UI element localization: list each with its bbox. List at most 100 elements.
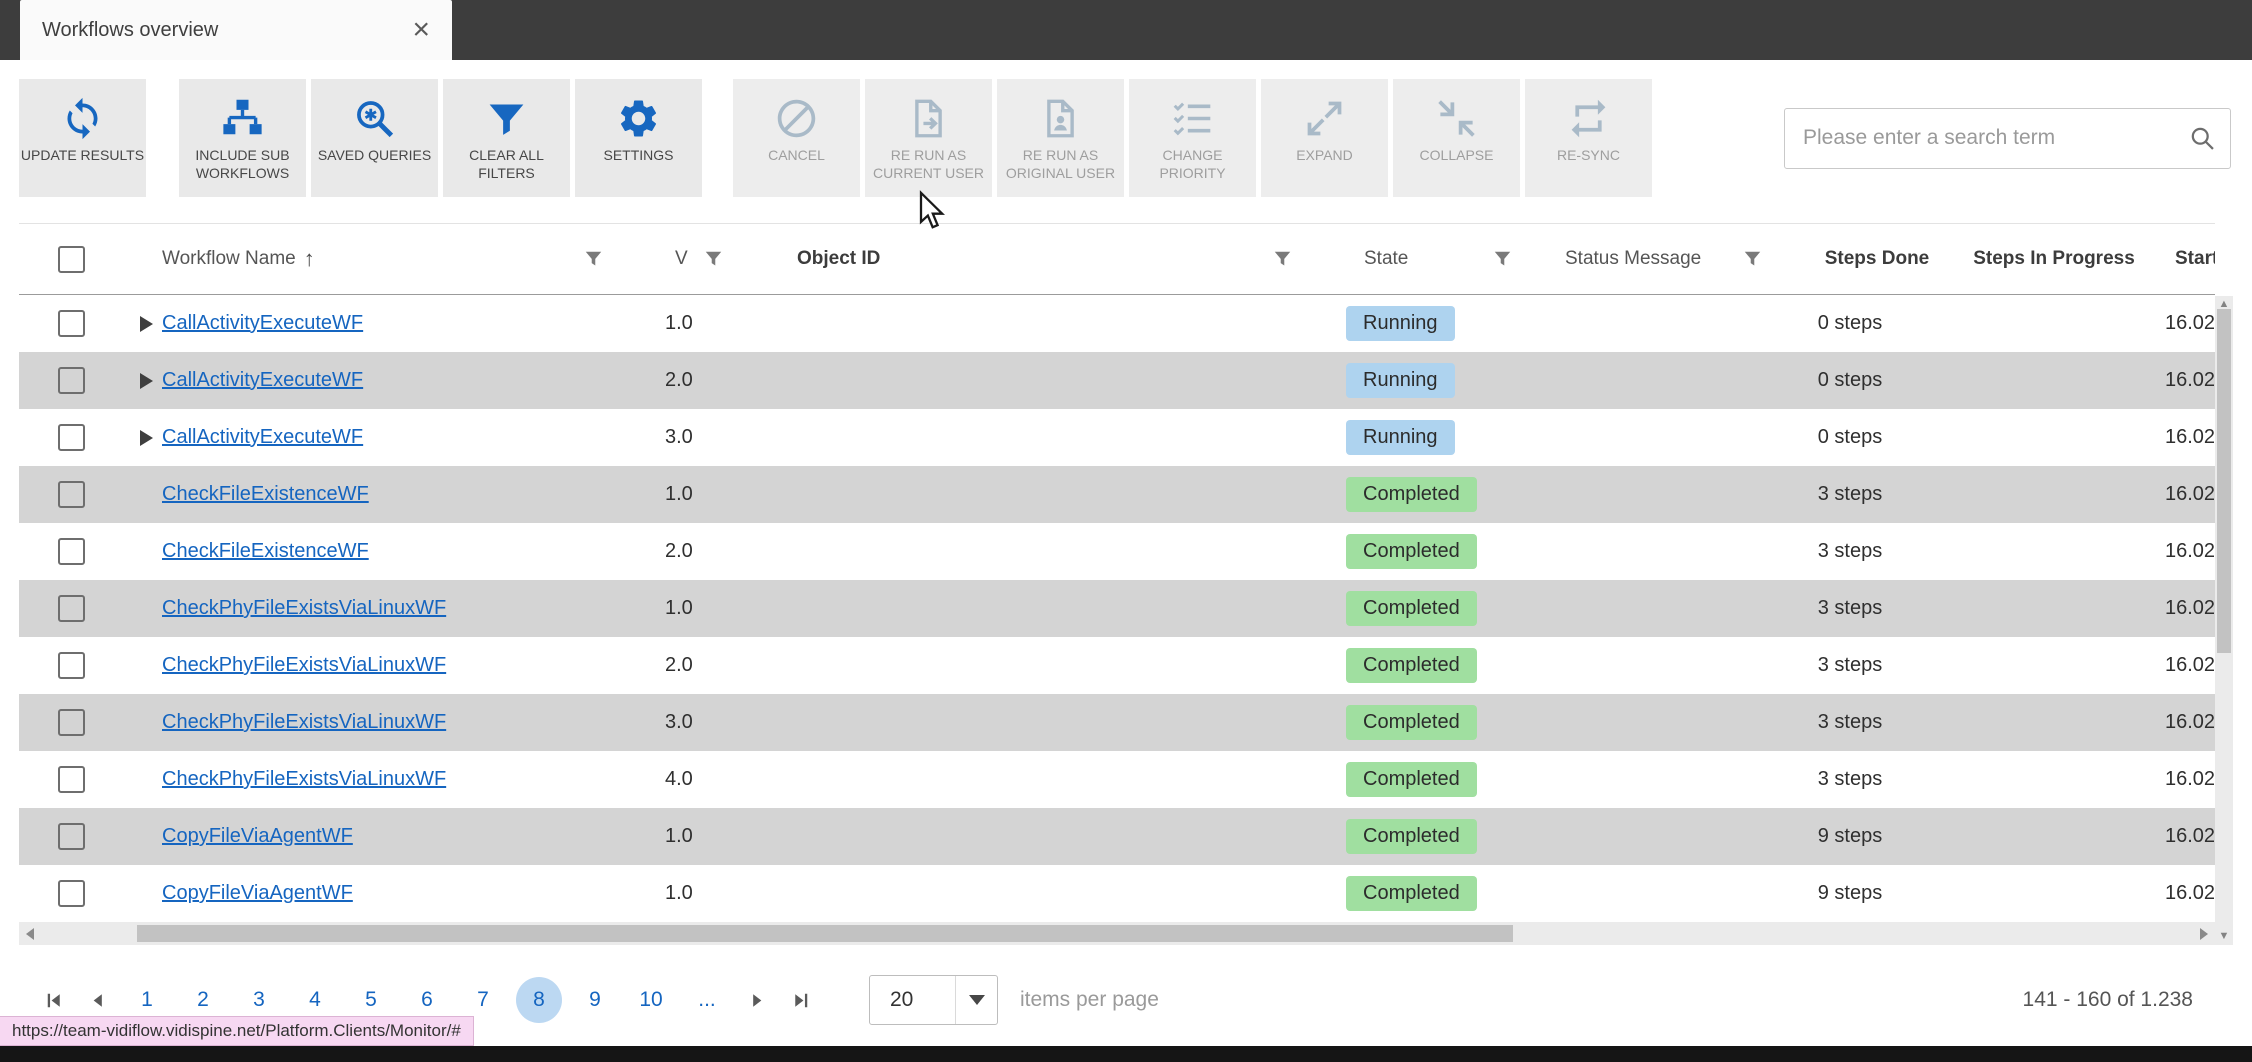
row-select-cell — [19, 595, 123, 622]
scroll-right-icon[interactable] — [2200, 928, 2208, 940]
state-cell: Running — [1329, 363, 1529, 398]
column-header-status-message[interactable]: Status Message — [1529, 248, 1791, 270]
dropdown-caret-box[interactable] — [955, 976, 997, 1024]
started-cell: 16.02 — [2165, 483, 2215, 505]
row-checkbox[interactable] — [57, 310, 85, 337]
workflow-name-link[interactable]: CallActivityExecuteWF — [162, 312, 363, 335]
horizontal-scrollbar[interactable] — [19, 922, 2215, 945]
workflow-name-link[interactable]: CheckFileExistenceWF — [162, 540, 369, 563]
workflow-name-cell: CallActivityExecuteWF — [123, 369, 629, 392]
started-cell: 16.02 — [2165, 654, 2215, 676]
page-button-9[interactable]: 9 — [572, 977, 618, 1023]
resync-button: RE-SYNC — [1525, 79, 1652, 197]
vertical-scrollbar[interactable]: ▲ ▼ — [2215, 296, 2233, 945]
next-page-button[interactable] — [735, 978, 779, 1022]
row-select-cell — [19, 538, 123, 565]
settings-button[interactable]: SETTINGS — [575, 79, 702, 197]
row-checkbox[interactable] — [57, 880, 85, 907]
workflow-name-link[interactable]: CallActivityExecuteWF — [162, 426, 363, 449]
column-header-object-id[interactable]: Object ID — [759, 248, 1329, 270]
state-cell: Completed — [1329, 705, 1529, 740]
column-header-version[interactable]: V — [629, 248, 759, 270]
expand-arrow-icon[interactable] — [140, 429, 153, 446]
version-cell: 1.0 — [665, 597, 693, 619]
row-checkbox[interactable] — [57, 823, 85, 850]
row-checkbox[interactable] — [57, 538, 85, 565]
scroll-left-icon[interactable] — [26, 928, 34, 940]
row-checkbox[interactable] — [57, 367, 85, 394]
include-sub-workflows-button[interactable]: INCLUDE SUB WORKFLOWS — [179, 79, 306, 197]
started-header-label: Started — [2175, 248, 2215, 269]
row-select-cell — [19, 481, 123, 508]
horizontal-scrollbar-thumb[interactable] — [137, 925, 1513, 942]
workflow-name-cell: CallActivityExecuteWF — [123, 426, 629, 449]
vertical-scrollbar-thumb[interactable] — [2217, 309, 2231, 653]
row-checkbox[interactable] — [57, 481, 85, 508]
search-icon[interactable] — [2189, 125, 2216, 152]
workflow-name-link[interactable]: CallActivityExecuteWF — [162, 369, 363, 392]
row-checkbox[interactable] — [57, 424, 85, 451]
row-checkbox[interactable] — [57, 652, 85, 679]
cancel-icon — [774, 92, 819, 144]
steps-in-progress-header-label: Steps In Progress — [1973, 248, 2135, 269]
workflow-name-link[interactable]: CopyFileViaAgentWF — [162, 825, 353, 848]
tab-workflows-overview[interactable]: Workflows overview × — [20, 0, 452, 60]
workflow-name-filter-icon[interactable] — [584, 250, 603, 269]
tab-title: Workflows overview — [42, 18, 219, 41]
row-select-cell — [19, 310, 123, 337]
state-badge: Running — [1346, 363, 1455, 398]
select-all-checkbox[interactable] — [57, 245, 85, 273]
started-cell: 16.02 — [2165, 768, 2215, 790]
workflow-name-link[interactable]: CheckPhyFileExistsViaLinuxWF — [162, 597, 446, 620]
row-select-cell — [19, 823, 123, 850]
page-button-10[interactable]: 10 — [628, 977, 674, 1023]
workflow-name-cell: CopyFileViaAgentWF — [123, 882, 629, 905]
column-header-started[interactable]: Started — [2145, 248, 2215, 270]
update-results-button[interactable]: UPDATE RESULTS — [19, 79, 146, 197]
status-message-filter-icon[interactable] — [1743, 250, 1762, 269]
tab-close-icon[interactable]: × — [412, 15, 430, 45]
state-cell: Running — [1329, 420, 1529, 455]
last-page-button[interactable] — [779, 978, 823, 1022]
workflow-name-cell: CheckPhyFileExistsViaLinuxWF — [123, 768, 629, 791]
page-size-dropdown[interactable]: 20 — [869, 975, 998, 1025]
row-checkbox[interactable] — [57, 709, 85, 736]
column-header-steps-done[interactable]: Steps Done — [1791, 248, 1963, 270]
state-badge: Completed — [1346, 477, 1477, 512]
sort-ascending-icon[interactable]: ↑ — [304, 246, 315, 272]
version-cell: 3.0 — [665, 711, 693, 733]
row-checkbox[interactable] — [57, 595, 85, 622]
version-cell: 1.0 — [665, 882, 693, 904]
column-header-steps-in-progress[interactable]: Steps In Progress — [1963, 248, 2145, 270]
cancel-label: CANCEL — [768, 147, 825, 163]
collapse-icon — [1434, 92, 1479, 144]
workflow-name-link[interactable]: CheckPhyFileExistsViaLinuxWF — [162, 711, 446, 734]
update-results-label: UPDATE RESULTS — [20, 147, 145, 163]
row-checkbox[interactable] — [57, 766, 85, 793]
workflow-name-link[interactable]: CheckFileExistenceWF — [162, 483, 369, 506]
search-input[interactable] — [1803, 126, 2189, 150]
column-header-state[interactable]: State — [1329, 248, 1529, 270]
state-cell: Completed — [1329, 591, 1529, 626]
workflow-name-link[interactable]: CopyFileViaAgentWF — [162, 882, 353, 905]
object-id-filter-icon[interactable] — [1273, 250, 1292, 269]
page-range-label: 141 - 160 of 1.238 — [2022, 988, 2193, 1011]
state-filter-icon[interactable] — [1493, 250, 1512, 269]
collapse-button: COLLAPSE — [1393, 79, 1520, 197]
workflow-name-link[interactable]: CheckPhyFileExistsViaLinuxWF — [162, 768, 446, 791]
state-badge: Running — [1346, 306, 1455, 341]
rerun-original-user-icon — [1038, 92, 1083, 144]
workflow-name-link[interactable]: CheckPhyFileExistsViaLinuxWF — [162, 654, 446, 677]
saved-queries-button[interactable]: SAVED QUERIES — [311, 79, 438, 197]
page-ellipsis[interactable]: ... — [684, 977, 730, 1023]
expand-arrow-icon[interactable] — [140, 372, 153, 389]
page-button-8[interactable]: 8 — [516, 977, 562, 1023]
scroll-down-icon[interactable]: ▼ — [2215, 931, 2233, 942]
version-filter-icon[interactable] — [704, 250, 723, 269]
object-id-header-label: Object ID — [797, 248, 881, 269]
expand-arrow-icon[interactable] — [140, 315, 153, 332]
clear-all-filters-button[interactable]: CLEAR ALL FILTERS — [443, 79, 570, 197]
table-row: CheckPhyFileExistsViaLinuxWF 3.0 Complet… — [19, 694, 2215, 751]
column-header-workflow-name[interactable]: Workflow Name ↑ — [123, 246, 629, 272]
state-cell: Completed — [1329, 477, 1529, 512]
